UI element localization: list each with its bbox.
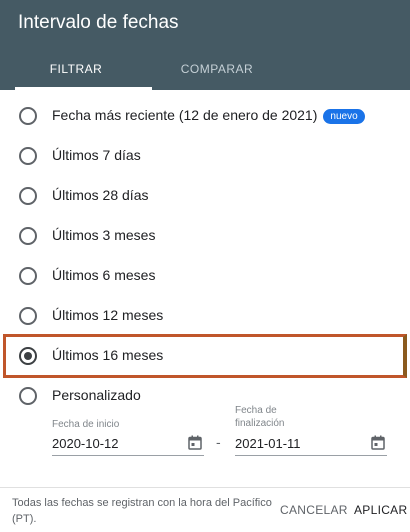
selection-highlight-box xyxy=(3,334,407,378)
option-label-text: Fecha más reciente (12 de enero de 2021) xyxy=(52,107,318,123)
dialog-title: Intervalo de fechas xyxy=(18,12,179,33)
date-range-separator: - xyxy=(216,434,221,450)
radio-button[interactable] xyxy=(19,307,37,325)
option-label: Últimos 7 días xyxy=(52,147,141,163)
radio-button[interactable] xyxy=(19,227,37,245)
end-date-field[interactable]: 2021-01-11 xyxy=(235,434,387,456)
end-date-value[interactable]: 2021-01-11 xyxy=(235,436,301,451)
start-date-field[interactable]: 2020-10-12 xyxy=(52,434,204,456)
new-badge: nuevo xyxy=(323,109,365,124)
radio-button[interactable] xyxy=(19,387,37,405)
option-label: Fecha más reciente (12 de enero de 2021)… xyxy=(52,107,365,124)
dialog-header: Intervalo de fechas FILTRAR COMPARAR xyxy=(0,0,410,90)
tab-filtrar[interactable]: FILTRAR xyxy=(0,62,152,90)
option-ultimos-6-meses[interactable]: Últimos 6 meses xyxy=(0,256,410,296)
start-date-value[interactable]: 2020-10-12 xyxy=(52,436,119,451)
footer-divider xyxy=(0,487,410,488)
radio-button[interactable] xyxy=(19,107,37,125)
option-label: Últimos 12 meses xyxy=(52,307,164,323)
end-date-label: Fecha de finalización xyxy=(235,405,285,429)
option-label: Últimos 6 meses xyxy=(52,267,156,283)
radio-button[interactable] xyxy=(19,147,37,165)
option-ultimos-12-meses[interactable]: Últimos 12 meses xyxy=(0,296,410,336)
calendar-icon[interactable] xyxy=(188,435,202,450)
option-fecha-mas-reciente[interactable]: Fecha más reciente (12 de enero de 2021)… xyxy=(0,96,410,136)
radio-button[interactable] xyxy=(19,187,37,205)
option-ultimos-28-dias[interactable]: Últimos 28 días xyxy=(0,176,410,216)
option-ultimos-3-meses[interactable]: Últimos 3 meses xyxy=(0,216,410,256)
option-label: Últimos 3 meses xyxy=(52,227,156,243)
tab-comparar[interactable]: COMPARAR xyxy=(152,62,282,90)
timezone-note: Todas las fechas se registran con la hor… xyxy=(12,497,272,525)
radio-button[interactable] xyxy=(19,267,37,285)
option-personalizado[interactable]: Personalizado xyxy=(0,376,410,416)
apply-button[interactable]: APLICAR xyxy=(354,503,407,517)
option-label: Personalizado xyxy=(52,387,141,403)
option-ultimos-7-dias[interactable]: Últimos 7 días xyxy=(0,136,410,176)
option-label: Últimos 28 días xyxy=(52,187,149,203)
cancel-button[interactable]: CANCELAR xyxy=(280,503,348,517)
active-tab-indicator xyxy=(15,87,152,90)
calendar-icon[interactable] xyxy=(371,435,385,450)
start-date-label: Fecha de inicio xyxy=(52,419,120,430)
